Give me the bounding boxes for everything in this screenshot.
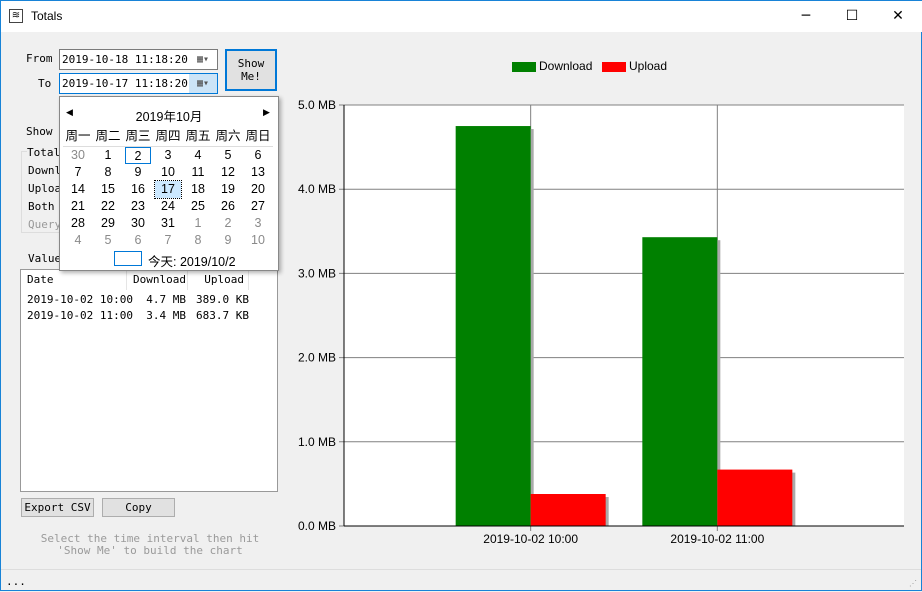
calendar-day[interactable]: 10 bbox=[243, 232, 273, 249]
bar-download bbox=[455, 126, 531, 527]
calendar-day[interactable]: 2 bbox=[213, 215, 243, 232]
calendar-day[interactable]: 13 bbox=[243, 164, 273, 181]
weekday-header: 周六 bbox=[213, 128, 243, 147]
calendar-day[interactable]: 16 bbox=[123, 181, 153, 198]
calendar-day[interactable]: 7 bbox=[153, 232, 183, 249]
bar-upload bbox=[530, 494, 606, 526]
calendar-grid: 周一 周二 周三 周四 周五 周六 周日 30 1 2 3 4 5 6 7 8 9 10 11 12 13 14 15 16 1… bbox=[63, 128, 275, 249]
calendar-day[interactable]: 17 bbox=[154, 180, 182, 199]
bar-download bbox=[642, 237, 718, 526]
y-tick-label: 5.0 MB bbox=[298, 98, 336, 112]
y-tick-label: 4.0 MB bbox=[298, 182, 336, 196]
calendar-day[interactable]: 5 bbox=[93, 232, 123, 249]
weekday-header: 周四 bbox=[153, 128, 183, 147]
today-marker bbox=[114, 251, 142, 266]
calendar-day[interactable]: 6 bbox=[243, 147, 273, 164]
today-link[interactable]: 今天: 2019/10/2 bbox=[148, 251, 236, 270]
x-tick-label: 2019-10-02 11:00 bbox=[670, 532, 764, 546]
calendar-day[interactable]: 4 bbox=[183, 147, 213, 164]
calendar-day[interactable]: 27 bbox=[243, 198, 273, 215]
calendar-day[interactable]: 5 bbox=[213, 147, 243, 164]
calendar-day[interactable]: 29 bbox=[93, 215, 123, 232]
y-tick-label: 0.0 MB bbox=[298, 519, 336, 533]
calendar-day[interactable]: 30 bbox=[123, 215, 153, 232]
weekday-header: 周一 bbox=[63, 128, 93, 147]
calendar-day[interactable]: 9 bbox=[213, 232, 243, 249]
calendar-day[interactable]: 21 bbox=[63, 198, 93, 215]
calendar-day[interactable]: 2 bbox=[125, 147, 151, 164]
calendar-day[interactable]: 1 bbox=[93, 147, 123, 164]
calendar-day[interactable]: 20 bbox=[243, 181, 273, 198]
calendar-day[interactable]: 26 bbox=[213, 198, 243, 215]
plot-area bbox=[344, 105, 904, 526]
calendar-day[interactable]: 23 bbox=[123, 198, 153, 215]
y-tick-label: 1.0 MB bbox=[298, 435, 336, 449]
calendar-day[interactable]: 6 bbox=[123, 232, 153, 249]
weekday-header: 周五 bbox=[183, 128, 213, 147]
calendar-day[interactable]: 15 bbox=[93, 181, 123, 198]
calendar-day[interactable]: 22 bbox=[93, 198, 123, 215]
calendar-day[interactable]: 3 bbox=[153, 147, 183, 164]
calendar-day[interactable]: 24 bbox=[153, 198, 183, 215]
bar-upload bbox=[717, 469, 793, 526]
calendar-day[interactable]: 30 bbox=[63, 147, 93, 164]
calendar-day[interactable]: 7 bbox=[63, 164, 93, 181]
calendar-day[interactable]: 31 bbox=[153, 215, 183, 232]
month-title[interactable]: 2019年10月 bbox=[60, 106, 278, 125]
calendar-day[interactable]: 14 bbox=[63, 181, 93, 198]
y-tick-label: 2.0 MB bbox=[298, 351, 336, 365]
weekday-header: 周日 bbox=[243, 128, 273, 147]
calendar-day[interactable]: 18 bbox=[183, 181, 213, 198]
calendar-day[interactable]: 4 bbox=[63, 232, 93, 249]
calendar-day[interactable]: 11 bbox=[183, 164, 213, 181]
calendar-day[interactable]: 10 bbox=[153, 164, 183, 181]
calendar-day[interactable]: 8 bbox=[93, 164, 123, 181]
calendar-day[interactable]: 19 bbox=[213, 181, 243, 198]
weekday-header: 周二 bbox=[93, 128, 123, 147]
bar-chart: 0.0 MB 1.0 MB 2.0 MB 3.0 MB 4.0 MB 5.0 MB 2019… bbox=[298, 98, 904, 546]
calendar-day[interactable]: 12 bbox=[213, 164, 243, 181]
calendar-day[interactable]: 25 bbox=[183, 198, 213, 215]
calendar-day[interactable]: 3 bbox=[243, 215, 273, 232]
y-tick-label: 3.0 MB bbox=[298, 266, 336, 280]
calendar-day[interactable]: 9 bbox=[123, 164, 153, 181]
x-tick-label: 2019-10-02 10:00 bbox=[483, 532, 578, 546]
calendar-day[interactable]: 1 bbox=[183, 215, 213, 232]
calendar-day[interactable]: 8 bbox=[183, 232, 213, 249]
next-month-icon[interactable]: ▶ bbox=[263, 107, 270, 118]
calendar-dropdown[interactable]: ◀ 2019年10月 ▶ 周一 周二 周三 周四 周五 周六 周日 30 1 2 3 4 5 6 7 8 9 10… bbox=[59, 96, 279, 271]
calendar-day[interactable]: 28 bbox=[63, 215, 93, 232]
weekday-header: 周三 bbox=[123, 128, 153, 147]
